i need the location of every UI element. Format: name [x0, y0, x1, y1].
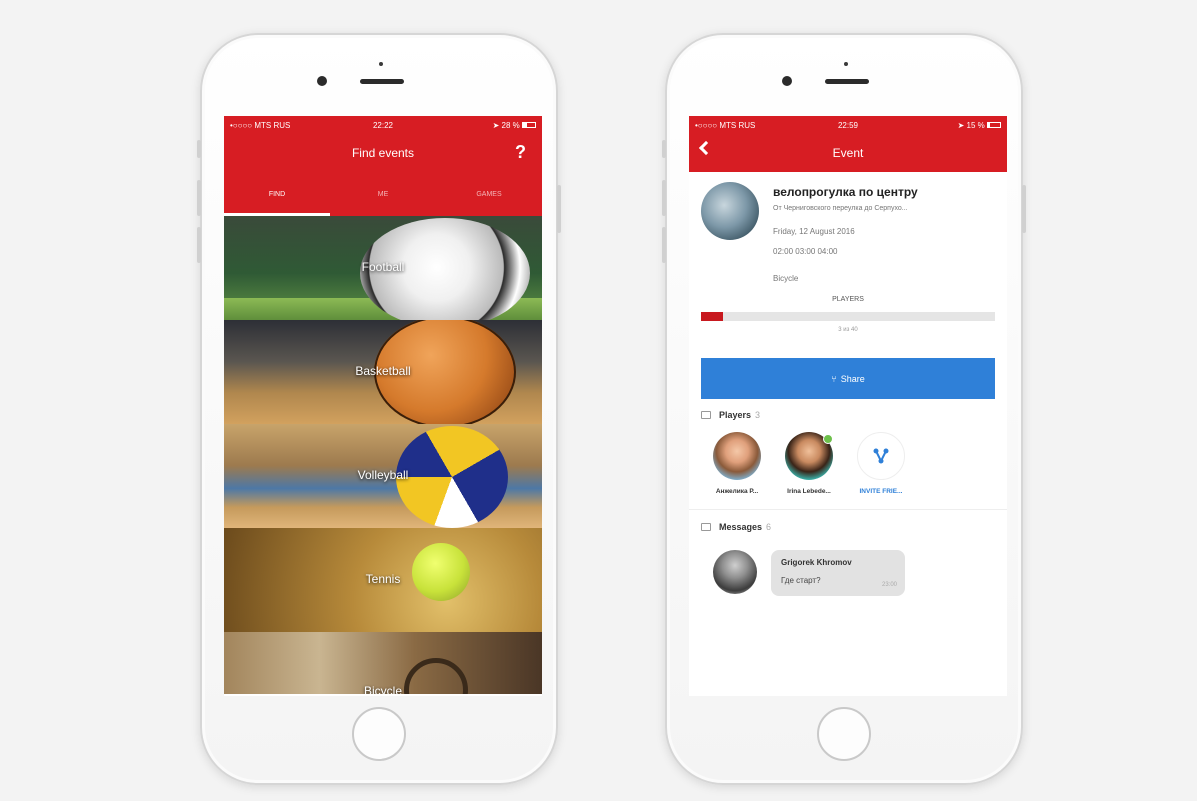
players-progress-fill: [701, 312, 724, 321]
messages-count: 6: [766, 522, 772, 532]
sport-item-basketball[interactable]: Basketball: [224, 320, 542, 424]
players-progress-text: 3 из 40: [838, 327, 858, 333]
invite-label: INVITE FRIE...: [859, 488, 903, 495]
power-button: [1022, 185, 1026, 233]
avatar: [785, 432, 833, 480]
event-times: 02:00 03:00 04:00: [773, 247, 838, 256]
tab-find[interactable]: FIND: [224, 172, 330, 216]
help-icon[interactable]: ?: [515, 142, 526, 163]
proximity-sensor: [379, 62, 383, 66]
tab-games[interactable]: GAMES: [436, 172, 542, 216]
message-time: 23:00: [881, 582, 897, 588]
sport-label: Basketball: [355, 364, 411, 378]
share-icon: ⑂: [831, 373, 837, 384]
players-progress-bar: [701, 312, 995, 321]
battery-percent: 15 %: [966, 120, 985, 130]
message-item[interactable]: Grigorek Khromov Где старт? 23:00: [713, 550, 995, 596]
event-info: велопрогулка по центру От Черниговского …: [773, 182, 995, 256]
nav-bar: Find events ?: [224, 134, 542, 172]
volume-down-button: [662, 227, 666, 263]
carrier-label: •○○○○ MTS RUS: [695, 120, 756, 130]
left-phone: •○○○○ MTS RUS 22:22 ➤ 28 % Find events ?…: [197, 33, 561, 785]
sport-label: Tennis: [365, 572, 401, 586]
home-button[interactable]: [817, 707, 871, 761]
sport-label: Bicycle: [363, 684, 402, 694]
invite-avatar: [857, 432, 905, 480]
players-list: Анжелика Р... Irina Lebede... INVITE FRI…: [701, 432, 995, 495]
event-title: велопрогулка по центру: [773, 185, 918, 199]
page-title: Find events: [351, 146, 415, 160]
sport-label: Volleyball: [357, 468, 409, 482]
player-name: Анжелика Р...: [715, 488, 759, 495]
right-phone: •○○○○ MTS RUS 22:59 ➤ 15 % Event велопро…: [662, 33, 1026, 785]
back-arrow-icon[interactable]: [698, 140, 714, 156]
players-count: 3: [755, 410, 761, 420]
messages-section-title: Messages: [719, 522, 763, 532]
message-author: Grigorek Khromov: [781, 558, 852, 567]
carrier-label: •○○○○ MTS RUS: [230, 120, 291, 130]
sport-label: Football: [361, 260, 405, 274]
event-photo: [701, 182, 759, 240]
event-date: Friday, 12 August 2016: [773, 227, 855, 236]
sport-item-football[interactable]: Football: [224, 216, 542, 320]
mute-switch: [197, 140, 201, 158]
players-section-title: Players: [719, 410, 752, 420]
location-icon: ➤: [492, 120, 500, 130]
invite-friends-button[interactable]: INVITE FRIE...: [845, 432, 917, 495]
event-header: велопрогулка по центру От Черниговского …: [701, 182, 995, 256]
find-events-screen: •○○○○ MTS RUS 22:22 ➤ 28 % Find events ?…: [224, 116, 542, 696]
share-button[interactable]: ⑂ Share: [701, 358, 995, 399]
share-network-icon: [873, 448, 889, 464]
message-text: Где старт?: [781, 576, 821, 585]
avatar: [713, 432, 761, 480]
power-button: [557, 185, 561, 233]
online-status-icon: [823, 434, 833, 444]
sport-item-tennis[interactable]: Tennis: [224, 528, 542, 632]
home-button[interactable]: [352, 707, 406, 761]
front-camera: [782, 76, 792, 86]
earpiece-speaker: [360, 79, 404, 84]
page-title: Event: [832, 146, 864, 160]
messages-section-header: Messages 6: [701, 522, 995, 532]
battery-label: ➤ 15 %: [958, 121, 1001, 130]
proximity-sensor: [844, 62, 848, 66]
message-bubble: Grigorek Khromov Где старт? 23:00: [771, 550, 905, 596]
share-label: Share: [840, 373, 865, 384]
earpiece-speaker: [825, 79, 869, 84]
event-route: От Черниговского переулка до Серпухо...: [773, 205, 908, 212]
players-icon: [701, 411, 711, 419]
messages-icon: [701, 523, 711, 531]
players-label: PLAYERS: [832, 296, 864, 303]
battery-percent: 28 %: [501, 120, 520, 130]
volume-up-button: [662, 180, 666, 216]
battery-icon: [987, 122, 1001, 129]
mute-switch: [662, 140, 666, 158]
event-type: Bicycle: [773, 274, 799, 283]
divider: [689, 509, 1007, 510]
player-name: Irina Lebede...: [787, 488, 831, 495]
player-item[interactable]: Анжелика Р...: [701, 432, 773, 495]
nav-bar: Event: [689, 134, 1007, 172]
status-bar: •○○○○ MTS RUS 22:59 ➤ 15 %: [689, 116, 1007, 134]
sport-item-volleyball[interactable]: Volleyball: [224, 424, 542, 528]
status-bar: •○○○○ MTS RUS 22:22 ➤ 28 %: [224, 116, 542, 134]
sports-list: Football Basketball Volleyball Tennis Bi…: [224, 216, 542, 694]
battery-label: ➤ 28 %: [493, 121, 536, 130]
volume-up-button: [197, 180, 201, 216]
event-screen: •○○○○ MTS RUS 22:59 ➤ 15 % Event велопро…: [689, 116, 1007, 696]
tab-bar: FIND ME GAMES: [224, 172, 542, 216]
event-details: велопрогулка по центру От Черниговского …: [689, 172, 1007, 596]
avatar: [713, 550, 757, 594]
location-icon: ➤: [957, 120, 965, 130]
sport-item-bicycle[interactable]: Bicycle: [224, 632, 542, 694]
player-item[interactable]: Irina Lebede...: [773, 432, 845, 495]
volume-down-button: [197, 227, 201, 263]
players-section-header: Players 3: [701, 410, 995, 420]
tab-me[interactable]: ME: [330, 172, 436, 216]
battery-icon: [522, 122, 536, 129]
front-camera: [317, 76, 327, 86]
